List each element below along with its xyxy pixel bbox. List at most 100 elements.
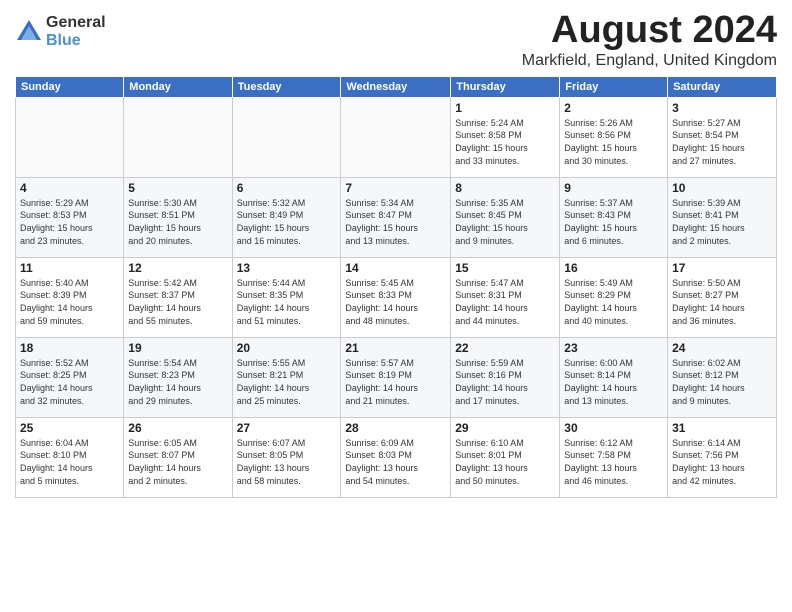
day-info-25: Sunrise: 6:04 AM Sunset: 8:10 PM Dayligh… — [20, 437, 119, 487]
logo-general-text: General — [46, 14, 106, 32]
calendar-cell-w1-d3 — [341, 97, 451, 177]
calendar-cell-w5-d6: 31 Sunrise: 6:14 AM Sunset: 7:56 PM Dayli… — [668, 417, 777, 497]
day-number-11: 11 — [20, 261, 119, 275]
logo-blue-text: Blue — [46, 32, 106, 50]
calendar-cell-w2-d6: 10 Sunrise: 5:39 AM Sunset: 8:41 PM Dayli… — [668, 177, 777, 257]
day-info-8: Sunrise: 5:35 AM Sunset: 8:45 PM Dayligh… — [455, 197, 555, 247]
calendar-cell-w4-d0: 18Sunrise: 5:52 AM Sunset: 8:25 PM Dayli… — [16, 337, 124, 417]
day-info-24: Sunrise: 6:02 AM Sunset: 8:12 PM Dayligh… — [672, 357, 772, 407]
day-info-31: Sunrise: 6:14 AM Sunset: 7:56 PM Dayligh… — [672, 437, 772, 487]
day-number-24: 24 — [672, 341, 772, 355]
day-number-29: 29 — [455, 421, 555, 435]
calendar-cell-w4-d1: 19 Sunrise: 5:54 AM Sunset: 8:23 PM Dayli… — [124, 337, 232, 417]
day-info-12: Sunrise: 5:42 AM Sunset: 8:37 PM Dayligh… — [128, 277, 227, 327]
day-info-1: Sunrise: 5:24 AM Sunset: 8:58 PM Dayligh… — [455, 117, 555, 167]
day-number-8: 8 — [455, 181, 555, 195]
page: General Blue August 2024 Markfield, Engl… — [0, 0, 792, 508]
day-info-11: Sunrise: 5:40 AM Sunset: 8:39 PM Dayligh… — [20, 277, 119, 327]
day-number-16: 16 — [564, 261, 663, 275]
day-number-27: 27 — [237, 421, 337, 435]
day-number-12: 12 — [128, 261, 227, 275]
day-number-31: 31 — [672, 421, 772, 435]
calendar-cell-w2-d2: 6 Sunrise: 5:32 AM Sunset: 8:49 PM Daylig… — [232, 177, 341, 257]
day-info-13: Sunrise: 5:44 AM Sunset: 8:35 PM Dayligh… — [237, 277, 337, 327]
calendar-cell-w4-d5: 23Sunrise: 6:00 AM Sunset: 8:14 PM Dayli… — [560, 337, 668, 417]
day-info-10: Sunrise: 5:39 AM Sunset: 8:41 PM Dayligh… — [672, 197, 772, 247]
day-number-6: 6 — [237, 181, 337, 195]
header-friday: Friday — [560, 76, 668, 97]
calendar-cell-w3-d1: 12 Sunrise: 5:42 AM Sunset: 8:37 PM Dayli… — [124, 257, 232, 337]
day-number-30: 30 — [564, 421, 663, 435]
calendar-cell-w2-d3: 7 Sunrise: 5:34 AM Sunset: 8:47 PM Daylig… — [341, 177, 451, 257]
day-info-29: Sunrise: 6:10 AM Sunset: 8:01 PM Dayligh… — [455, 437, 555, 487]
week-row-2: 4 Sunrise: 5:29 AM Sunset: 8:53 PM Daylig… — [16, 177, 777, 257]
calendar-cell-w1-d4: 1Sunrise: 5:24 AM Sunset: 8:58 PM Daylig… — [451, 97, 560, 177]
calendar-cell-w3-d2: 13Sunrise: 5:44 AM Sunset: 8:35 PM Dayli… — [232, 257, 341, 337]
logo: General Blue — [15, 14, 106, 49]
calendar-cell-w5-d3: 28 Sunrise: 6:09 AM Sunset: 8:03 PM Dayli… — [341, 417, 451, 497]
day-number-17: 17 — [672, 261, 772, 275]
calendar-cell-w2-d4: 8 Sunrise: 5:35 AM Sunset: 8:45 PM Daylig… — [451, 177, 560, 257]
day-number-5: 5 — [128, 181, 227, 195]
calendar-cell-w3-d5: 16Sunrise: 5:49 AM Sunset: 8:29 PM Dayli… — [560, 257, 668, 337]
day-number-28: 28 — [345, 421, 446, 435]
calendar-cell-w2-d0: 4 Sunrise: 5:29 AM Sunset: 8:53 PM Daylig… — [16, 177, 124, 257]
day-info-7: Sunrise: 5:34 AM Sunset: 8:47 PM Dayligh… — [345, 197, 446, 247]
week-row-5: 25 Sunrise: 6:04 AM Sunset: 8:10 PM Dayli… — [16, 417, 777, 497]
weekday-header-row: Sunday Monday Tuesday Wednesday Thursday… — [16, 76, 777, 97]
day-number-21: 21 — [345, 341, 446, 355]
day-info-27: Sunrise: 6:07 AM Sunset: 8:05 PM Dayligh… — [237, 437, 337, 487]
calendar-cell-w1-d0 — [16, 97, 124, 177]
day-number-15: 15 — [455, 261, 555, 275]
location: Markfield, England, United Kingdom — [522, 52, 777, 70]
header-thursday: Thursday — [451, 76, 560, 97]
header-sunday: Sunday — [16, 76, 124, 97]
day-number-14: 14 — [345, 261, 446, 275]
day-info-5: Sunrise: 5:30 AM Sunset: 8:51 PM Dayligh… — [128, 197, 227, 247]
day-info-28: Sunrise: 6:09 AM Sunset: 8:03 PM Dayligh… — [345, 437, 446, 487]
logo-text: General Blue — [46, 14, 106, 49]
calendar-cell-w4-d6: 24 Sunrise: 6:02 AM Sunset: 8:12 PM Dayli… — [668, 337, 777, 417]
header-tuesday: Tuesday — [232, 76, 341, 97]
header: General Blue August 2024 Markfield, Engl… — [15, 10, 777, 70]
day-info-14: Sunrise: 5:45 AM Sunset: 8:33 PM Dayligh… — [345, 277, 446, 327]
calendar-cell-w3-d3: 14 Sunrise: 5:45 AM Sunset: 8:33 PM Dayli… — [341, 257, 451, 337]
day-info-6: Sunrise: 5:32 AM Sunset: 8:49 PM Dayligh… — [237, 197, 337, 247]
day-number-22: 22 — [455, 341, 555, 355]
day-number-19: 19 — [128, 341, 227, 355]
header-wednesday: Wednesday — [341, 76, 451, 97]
week-row-3: 11 Sunrise: 5:40 AM Sunset: 8:39 PM Dayli… — [16, 257, 777, 337]
calendar-cell-w3-d4: 15 Sunrise: 5:47 AM Sunset: 8:31 PM Dayli… — [451, 257, 560, 337]
calendar-cell-w4-d2: 20Sunrise: 5:55 AM Sunset: 8:21 PM Dayli… — [232, 337, 341, 417]
calendar-cell-w4-d3: 21Sunrise: 5:57 AM Sunset: 8:19 PM Dayli… — [341, 337, 451, 417]
day-info-30: Sunrise: 6:12 AM Sunset: 7:58 PM Dayligh… — [564, 437, 663, 487]
calendar-cell-w4-d4: 22Sunrise: 5:59 AM Sunset: 8:16 PM Dayli… — [451, 337, 560, 417]
calendar-cell-w2-d1: 5 Sunrise: 5:30 AM Sunset: 8:51 PM Daylig… — [124, 177, 232, 257]
calendar-cell-w5-d4: 29 Sunrise: 6:10 AM Sunset: 8:01 PM Dayli… — [451, 417, 560, 497]
day-info-17: Sunrise: 5:50 AM Sunset: 8:27 PM Dayligh… — [672, 277, 772, 327]
header-saturday: Saturday — [668, 76, 777, 97]
day-info-18: Sunrise: 5:52 AM Sunset: 8:25 PM Dayligh… — [20, 357, 119, 407]
day-info-2: Sunrise: 5:26 AM Sunset: 8:56 PM Dayligh… — [564, 117, 663, 167]
calendar-cell-w5-d2: 27 Sunrise: 6:07 AM Sunset: 8:05 PM Dayli… — [232, 417, 341, 497]
day-number-4: 4 — [20, 181, 119, 195]
day-number-25: 25 — [20, 421, 119, 435]
day-info-15: Sunrise: 5:47 AM Sunset: 8:31 PM Dayligh… — [455, 277, 555, 327]
week-row-4: 18Sunrise: 5:52 AM Sunset: 8:25 PM Dayli… — [16, 337, 777, 417]
calendar-cell-w5-d1: 26Sunrise: 6:05 AM Sunset: 8:07 PM Dayli… — [124, 417, 232, 497]
week-row-1: 1Sunrise: 5:24 AM Sunset: 8:58 PM Daylig… — [16, 97, 777, 177]
day-number-2: 2 — [564, 101, 663, 115]
calendar-cell-w1-d5: 2 Sunrise: 5:26 AM Sunset: 8:56 PM Daylig… — [560, 97, 668, 177]
calendar-cell-w5-d0: 25 Sunrise: 6:04 AM Sunset: 8:10 PM Dayli… — [16, 417, 124, 497]
day-info-4: Sunrise: 5:29 AM Sunset: 8:53 PM Dayligh… — [20, 197, 119, 247]
day-info-19: Sunrise: 5:54 AM Sunset: 8:23 PM Dayligh… — [128, 357, 227, 407]
calendar-cell-w3-d6: 17 Sunrise: 5:50 AM Sunset: 8:27 PM Dayli… — [668, 257, 777, 337]
calendar-cell-w1-d2 — [232, 97, 341, 177]
calendar-cell-w1-d6: 3Sunrise: 5:27 AM Sunset: 8:54 PM Daylig… — [668, 97, 777, 177]
title-block: August 2024 Markfield, England, United K… — [522, 10, 777, 70]
day-number-10: 10 — [672, 181, 772, 195]
day-number-7: 7 — [345, 181, 446, 195]
calendar-cell-w5-d5: 30 Sunrise: 6:12 AM Sunset: 7:58 PM Dayli… — [560, 417, 668, 497]
day-info-23: Sunrise: 6:00 AM Sunset: 8:14 PM Dayligh… — [564, 357, 663, 407]
calendar: Sunday Monday Tuesday Wednesday Thursday… — [15, 76, 777, 498]
